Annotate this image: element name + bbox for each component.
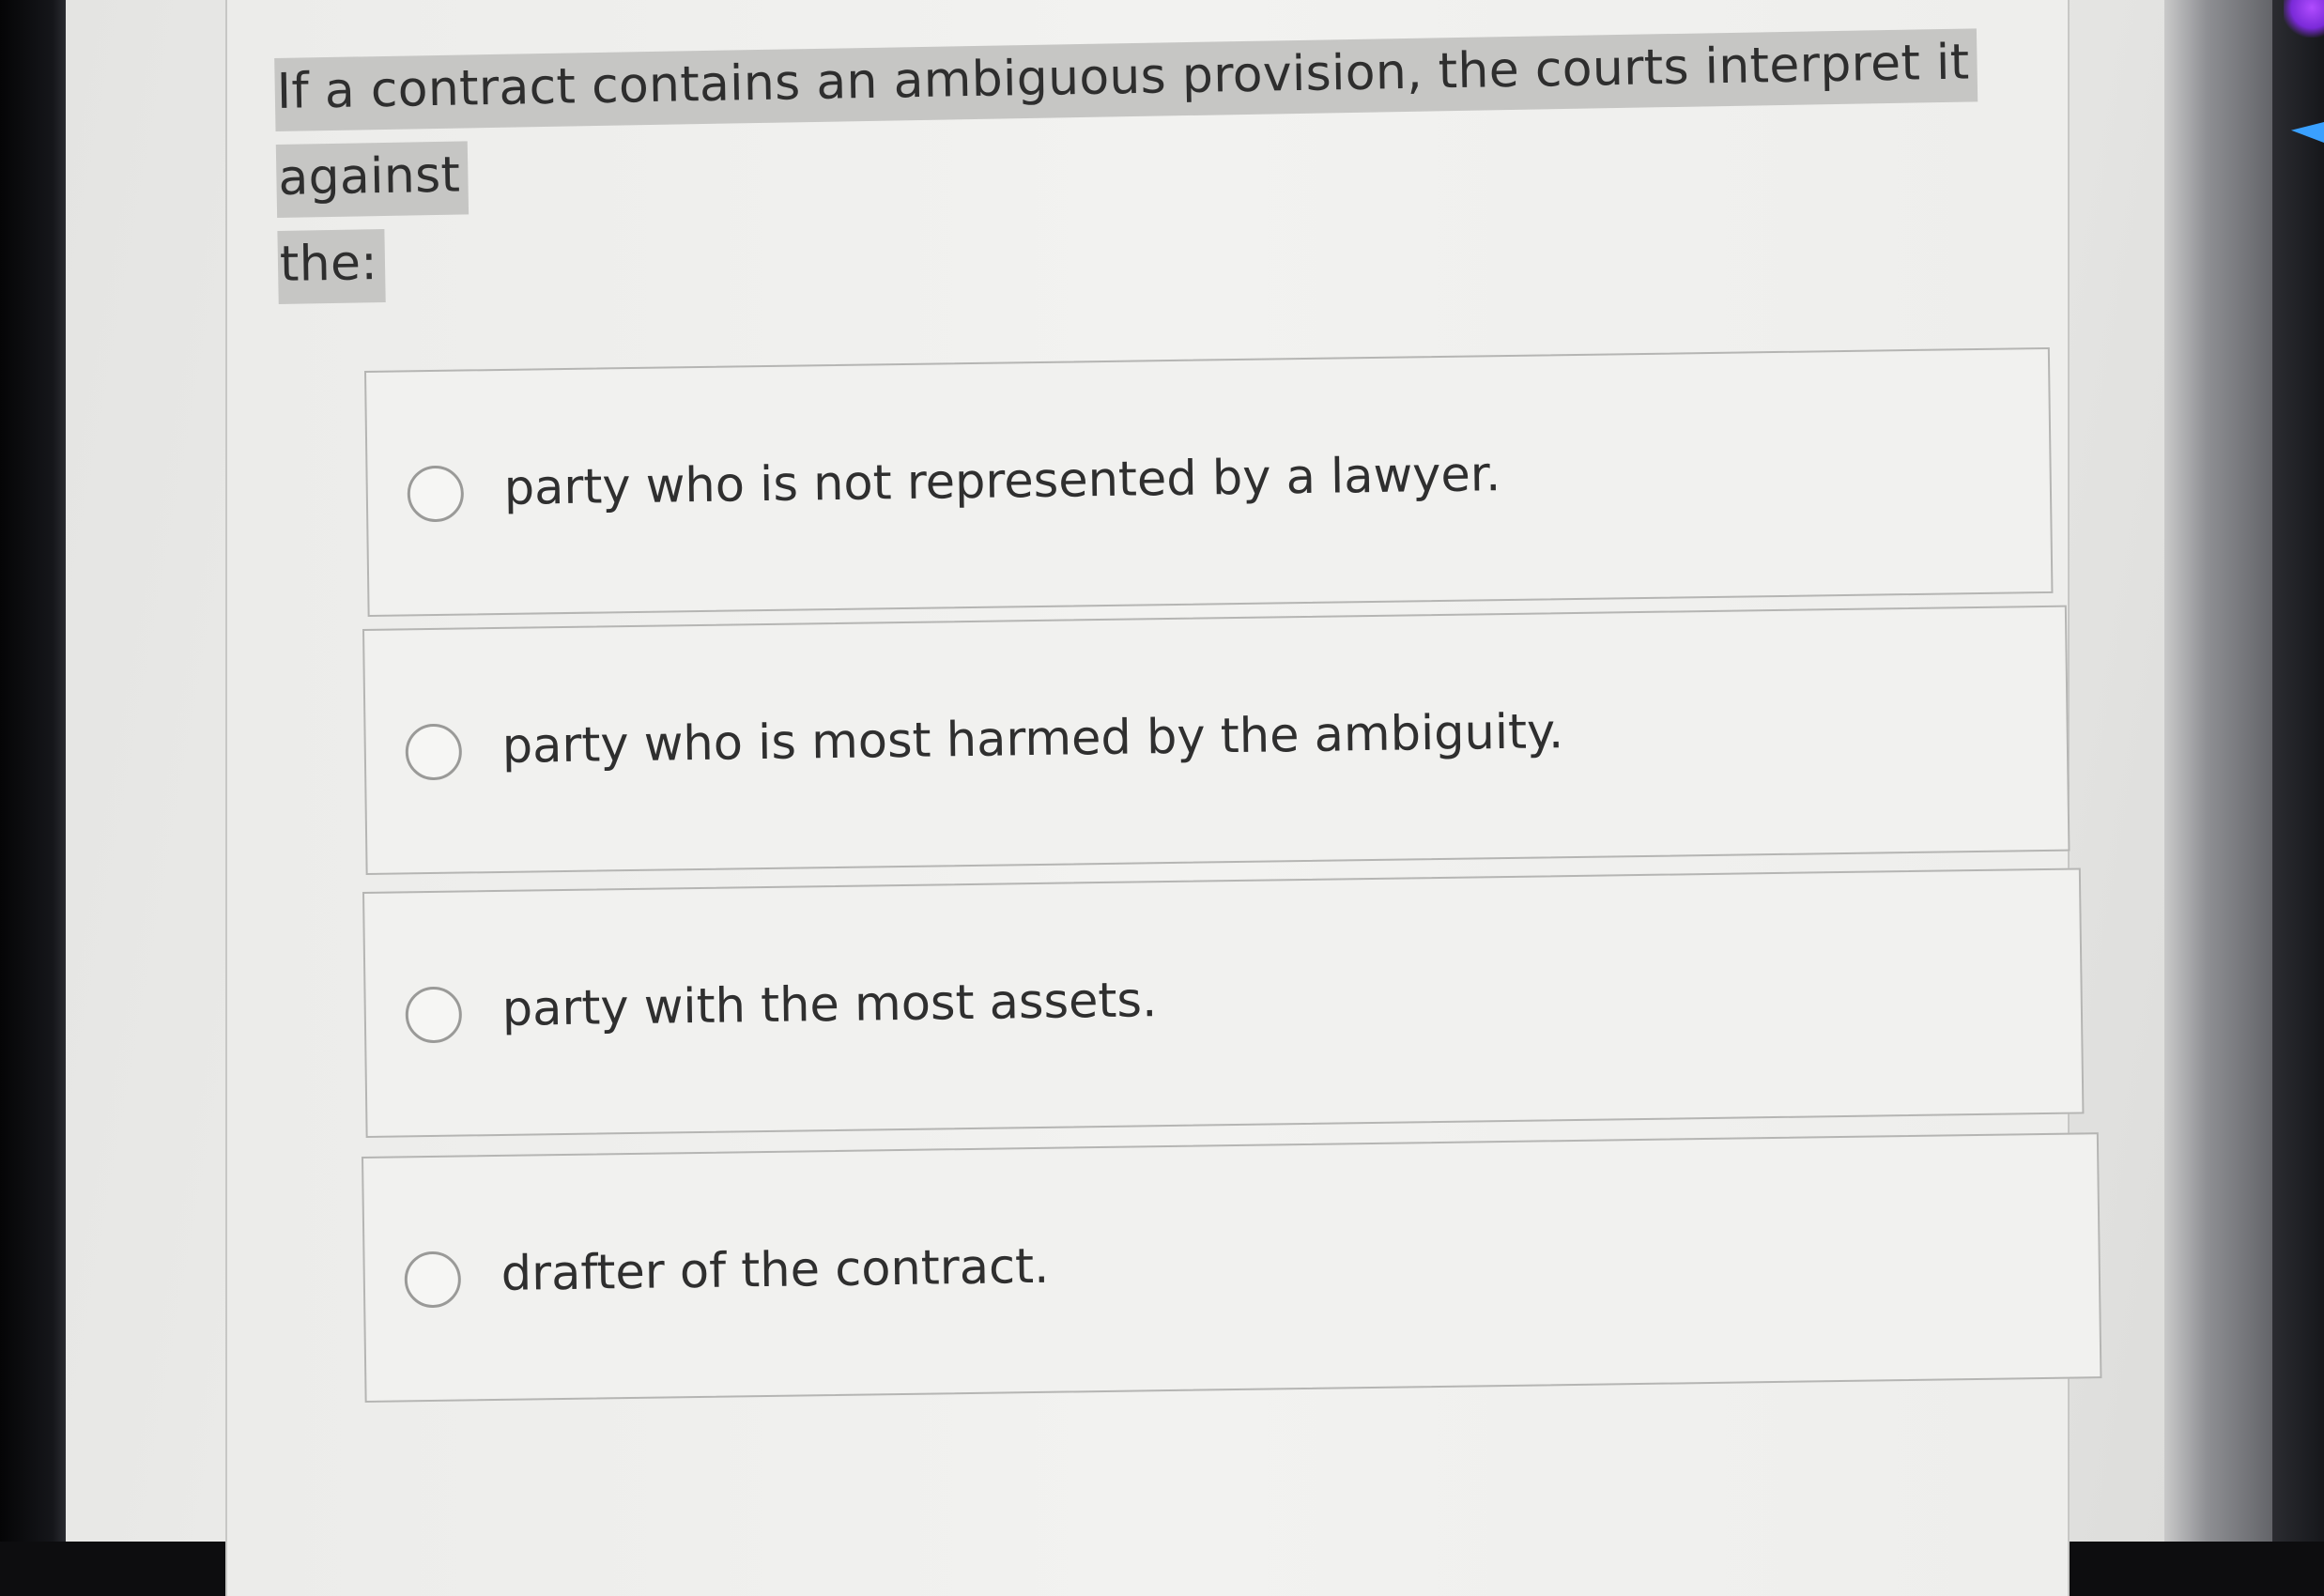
answer-option-2[interactable]: party who is most harmed by the ambiguit… — [362, 605, 2070, 875]
answer-option-1[interactable]: party who is not represented by a lawyer… — [364, 346, 2054, 617]
question-line-2: the: — [277, 228, 386, 304]
question-line-1: If a contract contains an ambiguous prov… — [274, 28, 1978, 218]
answer-option-3[interactable]: party with the most assets. — [362, 867, 2085, 1138]
answer-option-4[interactable]: drafter of the contract. — [362, 1132, 2102, 1403]
answer-option-label: party with the most assets. — [501, 973, 1158, 1037]
radio-unselected-icon[interactable] — [405, 723, 463, 781]
answer-option-label: party who is most harmed by the ambiguit… — [501, 704, 1564, 775]
app-badge-icon — [2284, 0, 2324, 38]
question-text: If a contract contains an ambiguous prov… — [274, 19, 1988, 308]
device-edge-right — [2272, 0, 2324, 1542]
answer-option-label: party who is not represented by a lawyer… — [503, 447, 1501, 516]
device-bezel-left — [0, 0, 66, 1542]
answer-option-label: drafter of the contract. — [500, 1238, 1050, 1302]
radio-unselected-icon[interactable] — [404, 1251, 462, 1309]
radio-unselected-icon[interactable] — [405, 986, 463, 1044]
side-panel — [2164, 0, 2286, 1542]
radio-unselected-icon[interactable] — [407, 465, 465, 523]
